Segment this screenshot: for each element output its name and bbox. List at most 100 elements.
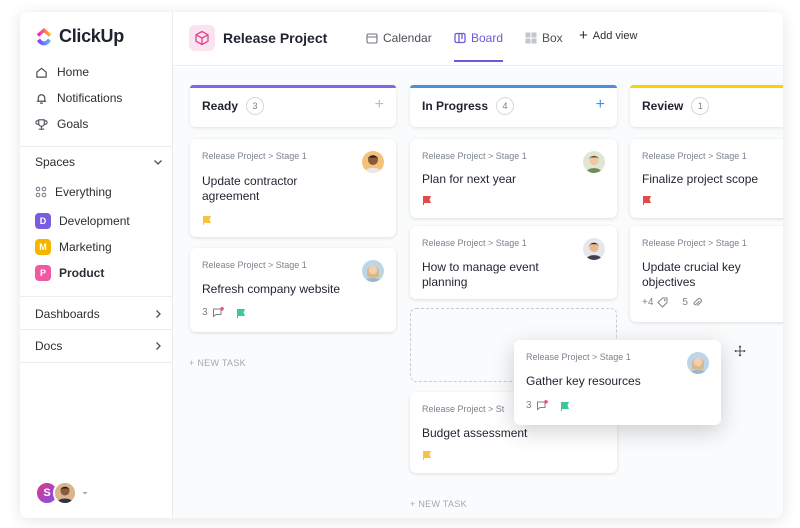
comment-bubble-icon bbox=[536, 400, 548, 411]
task-title: How to manage event planning bbox=[422, 260, 539, 290]
nav-goals[interactable]: Goals bbox=[35, 115, 88, 133]
task-path: Release Project > Stage 1 bbox=[422, 151, 527, 161]
view-tab-board[interactable]: Board bbox=[454, 31, 504, 62]
priority-flag-icon[interactable] bbox=[236, 308, 246, 318]
space-badge: P bbox=[35, 265, 51, 281]
docs-item[interactable]: Docs bbox=[35, 339, 163, 353]
move-cursor-icon bbox=[733, 344, 747, 358]
clickup-logo[interactable]: ClickUp bbox=[35, 26, 124, 47]
comment-count[interactable]: 3 bbox=[526, 400, 570, 411]
priority-flag-icon[interactable] bbox=[642, 195, 652, 205]
sidebar: ClickUp Home Notifications Goals Spaces … bbox=[20, 12, 173, 518]
assignee-avatar[interactable] bbox=[362, 260, 384, 282]
task-path: Release Project > Stage 1 bbox=[526, 352, 631, 362]
column-title: Review bbox=[642, 99, 684, 113]
board-view: Ready 3 + Release Project > Stage 1 Upda… bbox=[173, 67, 783, 518]
priority-flag-icon[interactable] bbox=[422, 450, 432, 460]
chevron-right-icon bbox=[156, 310, 161, 318]
task-card[interactable]: Release Project > Stage 1 Plan for next … bbox=[410, 139, 617, 218]
bell-icon bbox=[36, 93, 47, 104]
nav-home[interactable]: Home bbox=[35, 63, 89, 81]
priority-flag-icon[interactable] bbox=[422, 195, 432, 205]
add-task-plus-icon[interactable]: + bbox=[596, 97, 605, 113]
task-card[interactable]: Release Project > Stage 1 Refresh compan… bbox=[190, 248, 396, 332]
sidebar-divider bbox=[20, 146, 173, 147]
docs-label: Docs bbox=[35, 339, 63, 353]
trophy-icon bbox=[35, 118, 48, 130]
task-title-line: planning bbox=[422, 275, 468, 289]
column-count: 4 bbox=[496, 97, 515, 115]
column-color-bar bbox=[190, 85, 396, 88]
assignee-avatar[interactable] bbox=[687, 352, 709, 374]
task-path: Release Project > Stage 1 bbox=[202, 151, 307, 161]
task-card[interactable]: Release Project > Stage 1 Update crucial… bbox=[630, 226, 783, 322]
space-everything[interactable]: Everything bbox=[35, 183, 112, 201]
assignee-avatar[interactable] bbox=[583, 151, 605, 173]
user-photo-avatar bbox=[53, 481, 77, 505]
task-title: Finalize project scope bbox=[642, 172, 759, 186]
new-task-button[interactable]: + NEW TASK bbox=[410, 499, 467, 509]
project-title: Release Project bbox=[223, 30, 328, 46]
comment-count-value: 3 bbox=[526, 400, 532, 411]
column-header-ready[interactable]: Ready 3 + bbox=[190, 85, 396, 127]
task-card[interactable]: Release Project > Stage 1 Finalize proje… bbox=[630, 139, 783, 218]
new-task-button[interactable]: + NEW TASK bbox=[189, 358, 246, 368]
column-title: In Progress bbox=[422, 99, 489, 113]
app-name: ClickUp bbox=[59, 26, 124, 46]
column-header-review[interactable]: Review 1 bbox=[630, 85, 783, 127]
tag-count[interactable]: +4 bbox=[642, 297, 653, 308]
caret-down-icon[interactable] bbox=[80, 488, 90, 498]
box-grid-icon bbox=[525, 32, 537, 44]
task-title: Refresh company website bbox=[202, 282, 341, 296]
sidebar-divider bbox=[20, 329, 173, 330]
view-tab-calendar[interactable]: Calendar bbox=[366, 31, 432, 45]
home-icon bbox=[36, 67, 47, 78]
column-count: 3 bbox=[246, 97, 265, 115]
dashboards-item[interactable]: Dashboards bbox=[35, 307, 163, 321]
nav-goals-label: Goals bbox=[57, 117, 89, 131]
tag-icon bbox=[657, 297, 668, 308]
space-development[interactable]: D Development bbox=[35, 212, 130, 230]
comment-count[interactable]: 3 bbox=[202, 307, 246, 318]
space-label: Marketing bbox=[59, 240, 112, 254]
task-path: Release Project > Stage 1 bbox=[422, 238, 527, 248]
top-header: Release Project Calendar Board Box + Add… bbox=[173, 12, 783, 66]
comment-count-value: 3 bbox=[202, 307, 208, 318]
column-count: 1 bbox=[691, 97, 710, 115]
task-card[interactable]: Release Project > Stage 1 How to manage … bbox=[410, 226, 617, 299]
add-view-button[interactable]: + Add view bbox=[579, 28, 638, 43]
clickup-logo-icon bbox=[36, 27, 52, 45]
everything-label: Everything bbox=[55, 185, 112, 199]
space-label: Development bbox=[59, 214, 130, 228]
add-task-plus-icon[interactable]: + bbox=[375, 97, 384, 113]
space-product[interactable]: P Product bbox=[35, 264, 104, 282]
view-tab-box[interactable]: Box bbox=[525, 31, 563, 45]
user-menu[interactable]: S bbox=[35, 481, 90, 505]
task-title: Budget assessment bbox=[422, 426, 528, 440]
view-tab-label: Calendar bbox=[383, 31, 432, 45]
task-title: Update crucial key objectives bbox=[642, 260, 741, 290]
column-title: Ready bbox=[202, 99, 239, 113]
assignee-avatar[interactable] bbox=[362, 151, 384, 173]
column-header-in-progress[interactable]: In Progress 4 + bbox=[410, 85, 617, 127]
priority-flag-icon[interactable] bbox=[202, 215, 212, 225]
everything-grid-icon bbox=[35, 186, 47, 198]
task-path: Release Project > Stage 1 bbox=[642, 151, 747, 161]
dragged-task-card[interactable]: Release Project > Stage 1 Gather key res… bbox=[514, 340, 721, 425]
view-tab-label: Box bbox=[542, 31, 563, 45]
task-card[interactable]: Release Project > Stage 1 Update contrac… bbox=[190, 139, 396, 237]
assignee-avatar[interactable] bbox=[583, 238, 605, 260]
nav-home-label: Home bbox=[57, 65, 90, 79]
space-badge: M bbox=[35, 239, 51, 255]
board-icon bbox=[454, 32, 466, 44]
spaces-header[interactable]: Spaces bbox=[35, 155, 163, 169]
add-view-label: Add view bbox=[592, 30, 638, 42]
space-marketing[interactable]: M Marketing bbox=[35, 238, 112, 256]
chevron-down-icon[interactable] bbox=[153, 157, 163, 167]
task-path: Release Project > Stage 1 bbox=[202, 260, 307, 270]
task-title: Gather key resources bbox=[526, 374, 641, 388]
priority-flag-icon[interactable] bbox=[560, 401, 570, 411]
column-color-bar bbox=[410, 85, 617, 88]
attachment-count[interactable]: 5 bbox=[682, 297, 688, 308]
nav-notifications[interactable]: Notifications bbox=[35, 89, 122, 107]
